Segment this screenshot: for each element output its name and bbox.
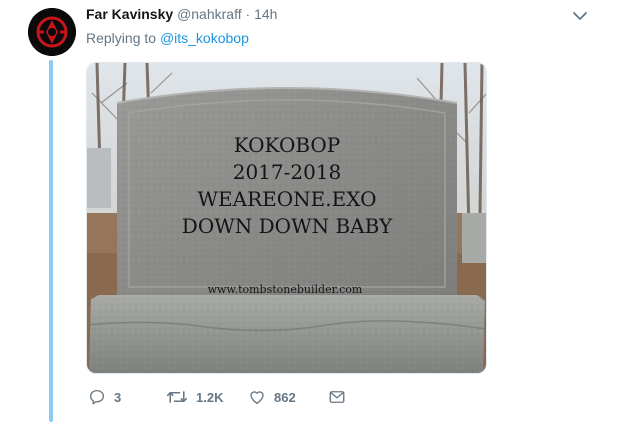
retweet-icon bbox=[166, 391, 188, 403]
author-name[interactable]: Far Kavinsky bbox=[86, 6, 173, 22]
tombstone-line-2: 2017-2018 bbox=[233, 160, 342, 184]
more-options-caret[interactable] bbox=[570, 8, 590, 24]
red-emblem-avatar-icon bbox=[28, 8, 76, 56]
tombstone-footer: www.tombstonebuilder.com bbox=[208, 283, 363, 296]
reply-bubble-icon bbox=[89, 389, 105, 405]
separator-dot: · bbox=[245, 6, 251, 22]
retweet-count: 1.2K bbox=[196, 389, 224, 405]
reply-count: 3 bbox=[114, 389, 122, 405]
tweet-header: Far Kavinsky @nahkraff · 14h bbox=[86, 6, 277, 22]
like-count: 862 bbox=[274, 389, 296, 405]
tombstone-line-4: DOWN DOWN BABY bbox=[182, 214, 393, 238]
tweet-image[interactable]: KOKOBOP 2017-2018 WEAREONE.EXO DOWN DOWN… bbox=[86, 62, 487, 374]
author-handle[interactable]: @nahkraff bbox=[177, 6, 242, 22]
thread-connector-line bbox=[49, 60, 53, 422]
direct-message-button[interactable] bbox=[328, 388, 354, 406]
chevron-down-icon bbox=[573, 12, 587, 20]
avatar[interactable] bbox=[28, 8, 76, 56]
envelope-icon bbox=[329, 391, 345, 403]
heart-icon bbox=[250, 391, 264, 405]
tweet-actions: 3 1.2K 862 bbox=[86, 388, 506, 410]
like-button[interactable]: 862 bbox=[248, 388, 296, 406]
reply-button[interactable]: 3 bbox=[88, 388, 121, 406]
retweet-button[interactable]: 1.2K bbox=[166, 388, 223, 406]
tombstone-line-1: KOKOBOP bbox=[234, 133, 341, 157]
replying-to: Replying to @its_kokobop bbox=[86, 30, 249, 46]
timestamp[interactable]: 14h bbox=[254, 6, 277, 22]
tombstone-image: KOKOBOP 2017-2018 WEAREONE.EXO DOWN DOWN… bbox=[87, 63, 486, 373]
replying-to-label: Replying to bbox=[86, 30, 157, 46]
mention-link[interactable]: @its_kokobop bbox=[160, 30, 249, 46]
tombstone-line-3: WEAREONE.EXO bbox=[198, 187, 377, 211]
